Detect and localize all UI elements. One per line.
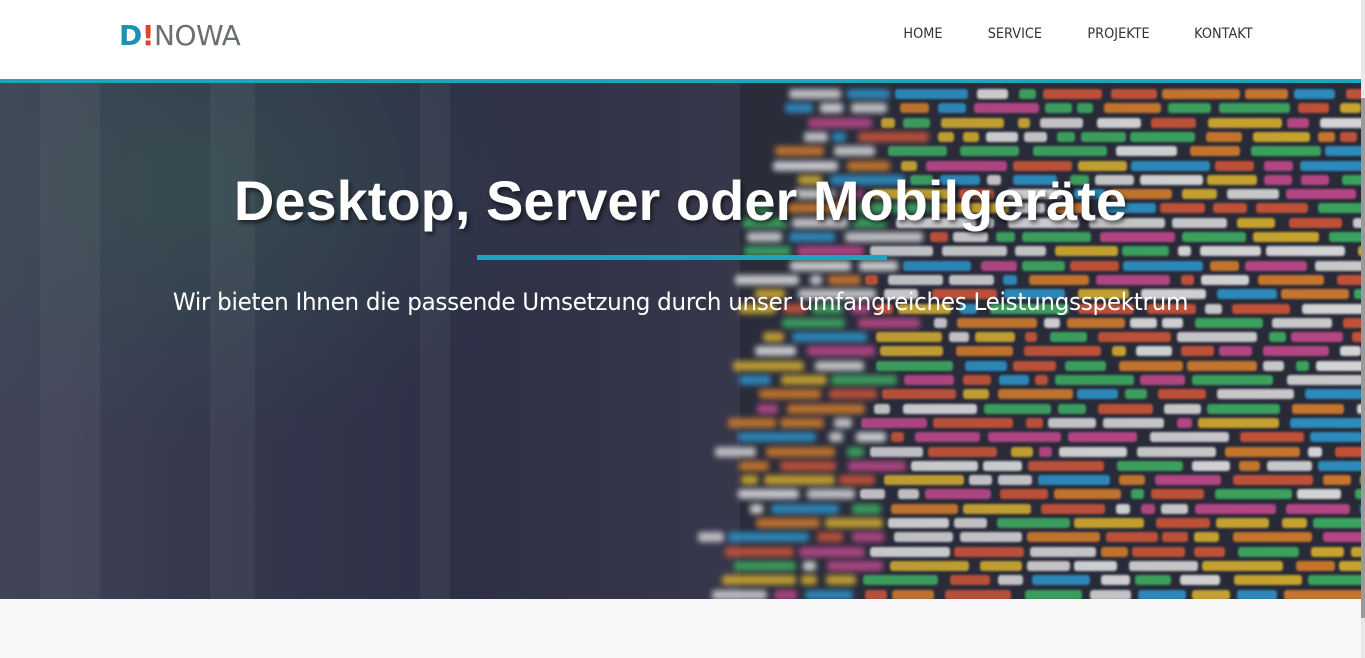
logo-text: NOWA: [154, 19, 241, 52]
logo-d: D: [119, 19, 142, 52]
site-logo[interactable]: D! NOWA: [119, 19, 241, 52]
hero-section: Desktop, Server oder Mobilgeräte Wir bie…: [0, 83, 1361, 599]
hero-title: Desktop, Server oder Mobilgeräte: [233, 169, 1128, 232]
hero-subtitle: Wir bieten Ihnen die passende Umsetzung …: [172, 288, 1189, 316]
scrollbar-thumb[interactable]: [1361, 98, 1365, 618]
content-area: [0, 599, 1361, 658]
logo-exclamation: !: [141, 19, 155, 52]
nav-home[interactable]: HOME: [904, 24, 943, 44]
main-nav: HOME SERVICE PROJEKTE KONTAKT: [900, 24, 1253, 44]
nav-projekte[interactable]: PROJEKTE: [1087, 24, 1149, 44]
site-header: D! NOWA HOME SERVICE PROJEKTE KONTAKT: [0, 0, 1361, 79]
hero-divider: [477, 255, 887, 260]
scrollbar-track[interactable]: [1361, 0, 1365, 658]
nav-service[interactable]: SERVICE: [987, 24, 1041, 44]
hero-overlay: [0, 83, 1361, 599]
nav-kontakt[interactable]: KONTAKT: [1194, 24, 1253, 44]
